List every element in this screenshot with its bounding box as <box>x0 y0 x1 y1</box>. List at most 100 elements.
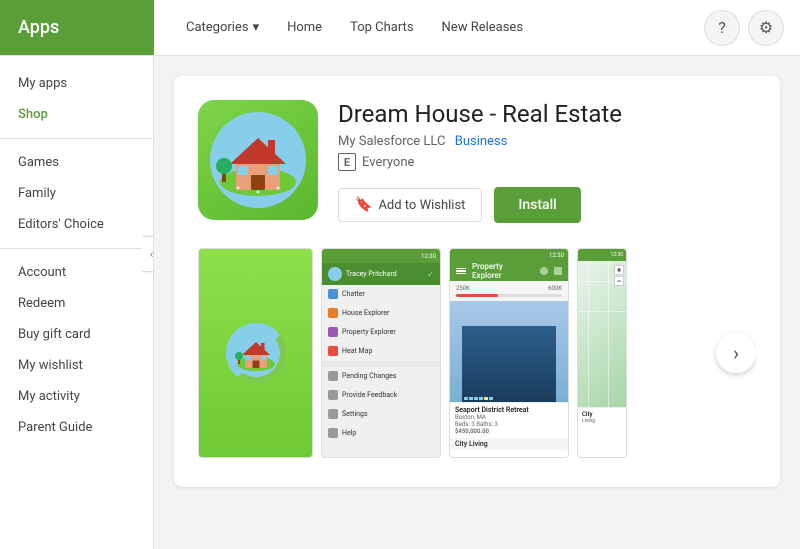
chevron-down-icon: ▾ <box>253 20 260 35</box>
sidebar-item-account[interactable]: Account <box>0 257 153 288</box>
prop-image-area: Seaport District Retreat Boston, MA Beds… <box>450 301 568 457</box>
bell-icon <box>540 267 548 275</box>
sidebar-item-games[interactable]: Games <box>0 147 153 178</box>
settings-button[interactable]: ⚙ <box>748 10 784 46</box>
prop-slider-area: 250K 600K <box>450 281 568 301</box>
prop-building <box>462 326 556 402</box>
partial-screen: 12:30 + − <box>578 249 626 457</box>
phone-menu-item-heatmap: Heat Map <box>322 342 440 361</box>
screenshot-scroll-right-button[interactable]: › <box>716 333 756 373</box>
sidebar-item-redeem[interactable]: Redeem <box>0 288 153 319</box>
prop-slider-bar <box>456 294 562 297</box>
wishlist-button[interactable]: 🔖 Add to Wishlist <box>338 188 482 222</box>
prop-status-bar: 12:30 <box>450 249 568 261</box>
partial-card-sub: Living <box>582 418 622 424</box>
map-grid-v2 <box>608 261 609 407</box>
partial-bottom-card: City Living <box>578 407 626 457</box>
sidebar-item-editors-choice[interactable]: Editors' Choice <box>0 209 153 240</box>
prop-slider-labels: 250K 600K <box>456 285 562 292</box>
sidebar: My apps Shop Games Family Editors' Choic… <box>0 56 154 549</box>
screenshot-1-icon <box>226 323 286 383</box>
chatter-icon <box>328 289 338 299</box>
prop-card-sub1: Boston, MA <box>455 414 563 421</box>
sidebar-item-parent-guide[interactable]: Parent Guide <box>0 412 153 443</box>
brand-logo: Apps <box>0 0 154 55</box>
header: Apps Categories ▾ Home Top Charts New Re… <box>0 0 800 56</box>
phone-menu-item-house: House Explorer <box>322 304 440 323</box>
app-rating: E Everyone <box>338 153 756 171</box>
map-grid-v1 <box>588 261 589 407</box>
app-developer: My Salesforce LLC <box>338 134 445 149</box>
sidebar-item-my-wishlist[interactable]: My wishlist <box>0 350 153 381</box>
prop-card-title2: City Living <box>450 438 568 450</box>
check-icon: ✓ <box>427 270 434 279</box>
app-info: Dream House - Real Estate My Salesforce … <box>338 100 756 223</box>
zoom-in-button[interactable]: + <box>614 265 624 275</box>
brand-label: Apps <box>18 17 59 38</box>
screenshot-house-svg <box>231 328 281 378</box>
prop-card-title: Seaport District Retreat <box>455 406 563 414</box>
prop-card: Seaport District Retreat Boston, MA Beds… <box>450 402 568 438</box>
screenshot-4: 12:30 + − <box>577 248 627 458</box>
install-button[interactable]: Install <box>494 187 580 223</box>
prop-sky <box>450 301 568 402</box>
categories-nav-item[interactable]: Categories ▾ <box>174 14 271 41</box>
phone-status-bar: 12:30 <box>322 249 440 263</box>
menu-icon <box>554 267 562 275</box>
header-nav: Categories ▾ Home Top Charts New Release… <box>154 14 704 41</box>
bookmark-icon: 🔖 <box>355 197 372 213</box>
partial-map: + − <box>578 261 626 407</box>
sidebar-account-section: Account Redeem Buy gift card My wishlist… <box>0 257 153 443</box>
sidebar-top-section: My apps Shop <box>0 68 153 130</box>
rating-label: Everyone <box>362 155 414 170</box>
phone-menu-item-chatter: Chatter <box>322 285 440 304</box>
app-category: Business <box>455 134 508 149</box>
sidebar-item-my-apps[interactable]: My apps <box>0 68 153 99</box>
app-title: Dream House - Real Estate <box>338 100 756 128</box>
phone-avatar <box>328 267 342 281</box>
phone-menu-item-pending: Pending Changes <box>322 367 440 386</box>
prop-title: Property Explorer <box>472 262 534 280</box>
phone-menu-item-settings: Settings <box>322 405 440 424</box>
map-grid-h2 <box>578 311 626 312</box>
zoom-out-button[interactable]: − <box>614 276 624 286</box>
pending-icon <box>328 371 338 381</box>
help-button[interactable]: ? <box>704 10 740 46</box>
sidebar-divider-1 <box>0 138 153 139</box>
prop-screen: 12:30 Property Explorer <box>450 249 568 457</box>
phone-menu-item-feedback: Provide Feedback <box>322 386 440 405</box>
partial-card-text: City <box>582 411 622 418</box>
prop-nav-bar: Property Explorer <box>450 261 568 281</box>
question-icon: ? <box>718 18 726 37</box>
prop-windows <box>462 395 556 402</box>
new-releases-nav-item[interactable]: New Releases <box>430 14 536 41</box>
home-nav-item[interactable]: Home <box>275 14 334 41</box>
app-actions: 🔖 Add to Wishlist Install <box>338 187 756 223</box>
phone-menu-item-property: Property Explorer <box>322 323 440 342</box>
app-card: Dream House - Real Estate My Salesforce … <box>174 76 780 487</box>
app-icon-svg <box>208 110 308 210</box>
heat-map-icon <box>328 346 338 356</box>
prop-card-price: $450,000.00 <box>455 428 563 435</box>
house-explorer-icon <box>328 308 338 318</box>
app-icon-inner <box>198 100 318 220</box>
chevron-right-icon: › <box>733 341 739 365</box>
sidebar-item-shop[interactable]: Shop <box>0 99 153 130</box>
sidebar-item-my-activity[interactable]: My activity <box>0 381 153 412</box>
sidebar-item-buy-gift-card[interactable]: Buy gift card <box>0 319 153 350</box>
screenshot-3: 12:30 Property Explorer <box>449 248 569 458</box>
prop-slider-fill <box>456 294 498 297</box>
rating-badge: E <box>338 153 356 171</box>
screenshot-2: 12:30 Tracey Pritchard ✓ Chatter <box>321 248 441 458</box>
property-explorer-icon <box>328 327 338 337</box>
main-layout: My apps Shop Games Family Editors' Choic… <box>0 56 800 549</box>
sidebar-categories-section: Games Family Editors' Choice <box>0 147 153 240</box>
feedback-icon <box>328 390 338 400</box>
phone-screen-2: 12:30 Tracey Pritchard ✓ Chatter <box>322 249 440 457</box>
sidebar-collapse-button[interactable]: ‹ <box>142 236 154 272</box>
header-icons: ? ⚙ <box>704 10 800 46</box>
help-menu-icon <box>328 428 338 438</box>
top-charts-nav-item[interactable]: Top Charts <box>338 14 425 41</box>
sidebar-item-family[interactable]: Family <box>0 178 153 209</box>
zoom-controls: + − <box>614 265 624 286</box>
